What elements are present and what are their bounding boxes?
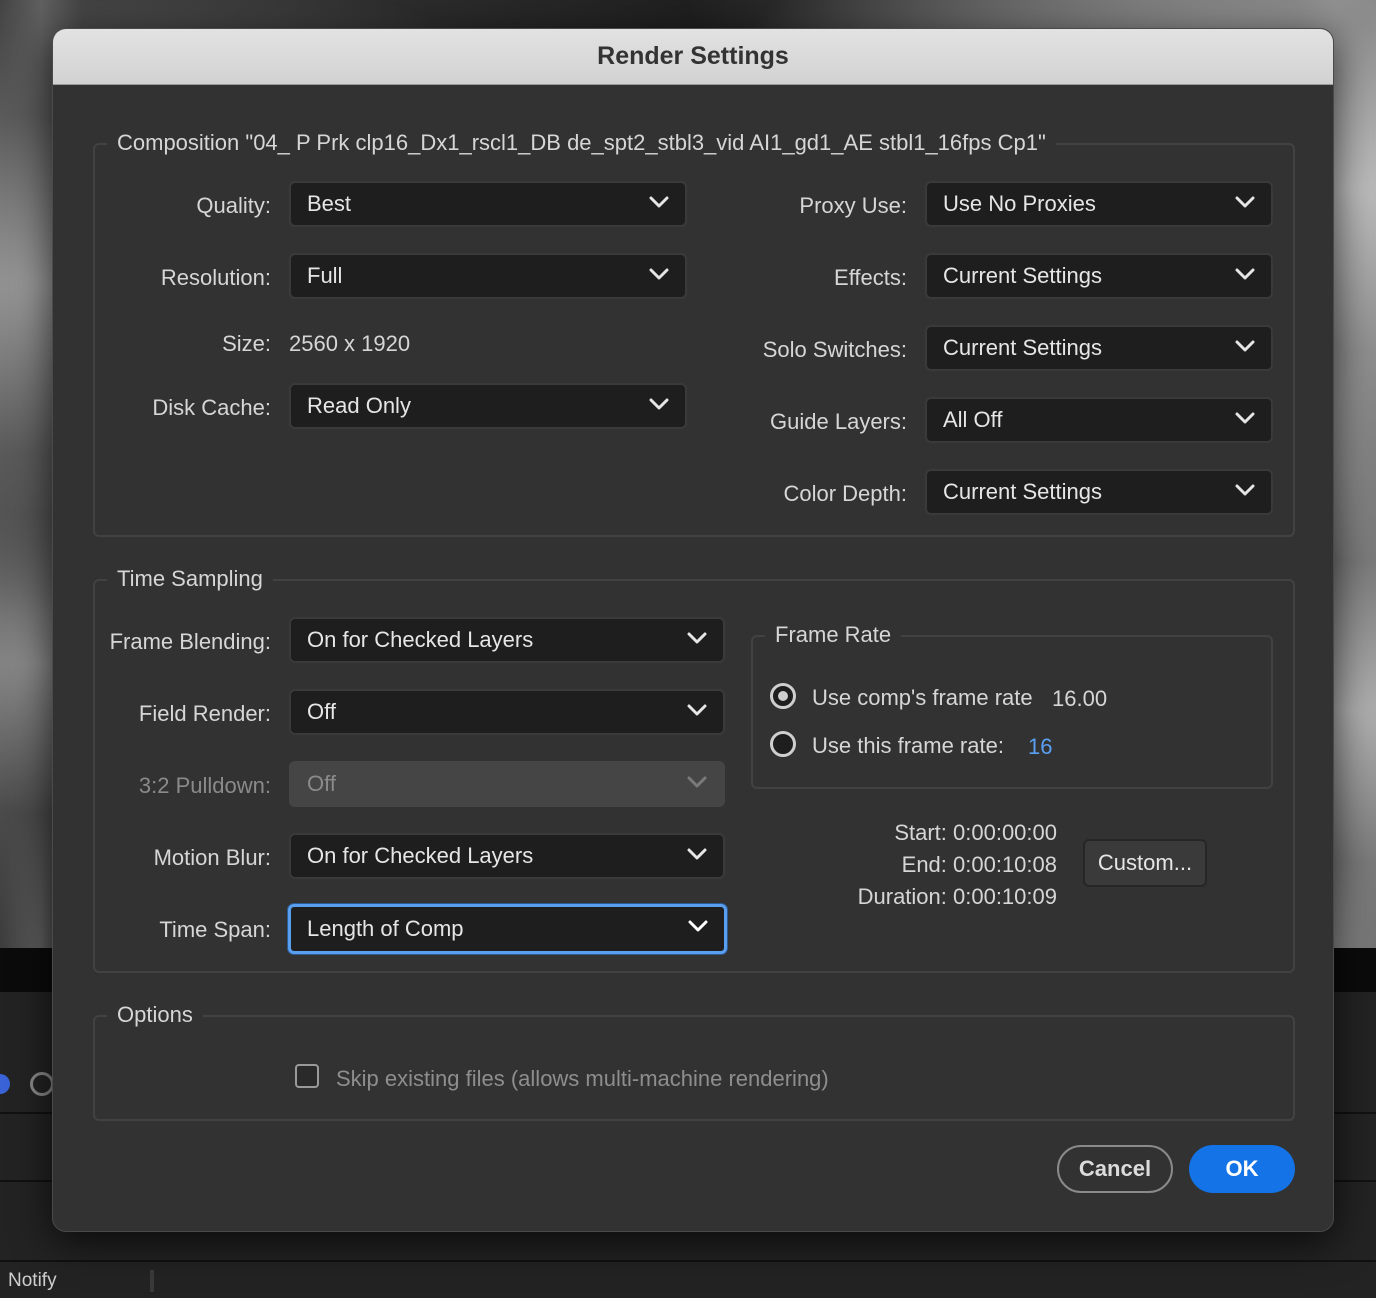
- chevron-down-icon: [1235, 484, 1255, 496]
- composition-group-title: Composition "04_ P Prk clp16_Dx1_rscl1_D…: [107, 130, 1056, 156]
- dialog-title[interactable]: Render Settings: [53, 29, 1333, 85]
- field-render-value: Off: [307, 699, 336, 724]
- chevron-down-icon: [687, 776, 707, 788]
- chevron-down-icon: [687, 632, 707, 644]
- chevron-down-icon: [649, 196, 669, 208]
- pulldown-label: 3:2 Pulldown:: [138, 773, 271, 798]
- motion-blur-label: Motion Blur:: [153, 845, 271, 870]
- end-time: End: 0:00:10:08: [901, 852, 1057, 877]
- field-render-label: Field Render:: [138, 701, 271, 726]
- chevron-down-icon: [1235, 268, 1255, 280]
- render-settings-dialog: Render Settings Composition "04_ P Prk c…: [52, 28, 1334, 1232]
- chevron-down-icon: [687, 848, 707, 860]
- resolution-value: Full: [307, 263, 343, 288]
- color-depth-value: Current Settings: [943, 479, 1102, 504]
- use-comp-frame-rate-label[interactable]: Use comp's frame rate: [812, 685, 1033, 711]
- pulldown-dropdown: Off: [289, 761, 725, 807]
- background-aperture-icon: [30, 1072, 54, 1096]
- ok-button[interactable]: OK: [1189, 1145, 1295, 1193]
- options-group-title: Options: [107, 1002, 203, 1028]
- disk-cache-dropdown[interactable]: Read Only: [289, 383, 687, 429]
- skip-existing-checkbox[interactable]: [295, 1064, 319, 1088]
- guide-layers-dropdown[interactable]: All Off: [925, 397, 1273, 443]
- disk-cache-label: Disk Cache:: [152, 395, 271, 420]
- time-span-label: Time Span:: [159, 917, 271, 942]
- use-comp-frame-rate-radio[interactable]: [770, 683, 796, 709]
- status-divider: [150, 1270, 154, 1292]
- frame-blending-label: Frame Blending:: [109, 629, 271, 654]
- cancel-button[interactable]: Cancel: [1057, 1145, 1173, 1193]
- time-span-dropdown[interactable]: Length of Comp: [288, 904, 727, 954]
- solo-switches-dropdown[interactable]: Current Settings: [925, 325, 1273, 371]
- frame-rate-group: [751, 635, 1273, 789]
- color-depth-label: Color Depth:: [783, 481, 907, 506]
- quality-dropdown[interactable]: Best: [289, 181, 687, 227]
- effects-label: Effects:: [834, 265, 907, 290]
- use-this-frame-rate-radio[interactable]: [770, 731, 796, 757]
- duration-time: Duration: 0:00:10:09: [857, 884, 1057, 909]
- chevron-down-icon: [688, 920, 708, 932]
- frame-blending-value: On for Checked Layers: [307, 627, 534, 652]
- background-divider: [0, 1260, 1376, 1262]
- motion-blur-dropdown[interactable]: On for Checked Layers: [289, 833, 725, 879]
- chevron-down-icon: [687, 704, 707, 716]
- color-depth-dropdown[interactable]: Current Settings: [925, 469, 1273, 515]
- effects-value: Current Settings: [943, 263, 1102, 288]
- proxy-use-dropdown[interactable]: Use No Proxies: [925, 181, 1273, 227]
- resolution-label: Resolution:: [160, 265, 271, 290]
- effects-dropdown[interactable]: Current Settings: [925, 253, 1273, 299]
- time-sampling-group-title: Time Sampling: [107, 566, 273, 592]
- custom-button[interactable]: Custom...: [1083, 839, 1207, 887]
- size-label: Size:: [222, 331, 271, 356]
- skip-existing-label[interactable]: Skip existing files (allows multi-machin…: [336, 1066, 829, 1092]
- solo-switches-value: Current Settings: [943, 335, 1102, 360]
- chevron-down-icon: [1235, 340, 1255, 352]
- proxy-use-label: Proxy Use:: [799, 193, 907, 218]
- quality-value: Best: [307, 191, 352, 216]
- disk-cache-value: Read Only: [307, 393, 411, 418]
- this-frame-rate-input[interactable]: 16: [1028, 734, 1052, 760]
- use-this-frame-rate-label[interactable]: Use this frame rate:: [812, 733, 1004, 759]
- quality-label: Quality:: [196, 193, 271, 218]
- field-render-dropdown[interactable]: Off: [289, 689, 725, 735]
- notify-label: Notify: [8, 1270, 57, 1291]
- chevron-down-icon: [1235, 412, 1255, 424]
- time-span-value: Length of Comp: [307, 916, 464, 941]
- frame-rate-group-title: Frame Rate: [765, 622, 902, 648]
- proxy-use-value: Use No Proxies: [943, 191, 1096, 216]
- guide-layers-value: All Off: [943, 407, 1003, 432]
- pulldown-value: Off: [307, 771, 336, 796]
- guide-layers-label: Guide Layers:: [770, 409, 907, 434]
- motion-blur-value: On for Checked Layers: [307, 843, 534, 868]
- resolution-dropdown[interactable]: Full: [289, 253, 687, 299]
- chevron-down-icon: [649, 268, 669, 280]
- solo-switches-label: Solo Switches:: [762, 337, 907, 362]
- size-value: 2560 x 1920: [289, 331, 411, 356]
- chevron-down-icon: [1235, 196, 1255, 208]
- chevron-down-icon: [649, 398, 669, 410]
- frame-blending-dropdown[interactable]: On for Checked Layers: [289, 617, 725, 663]
- start-time: Start: 0:00:00:00: [894, 820, 1057, 845]
- comp-frame-rate-value: 16.00: [1052, 686, 1108, 711]
